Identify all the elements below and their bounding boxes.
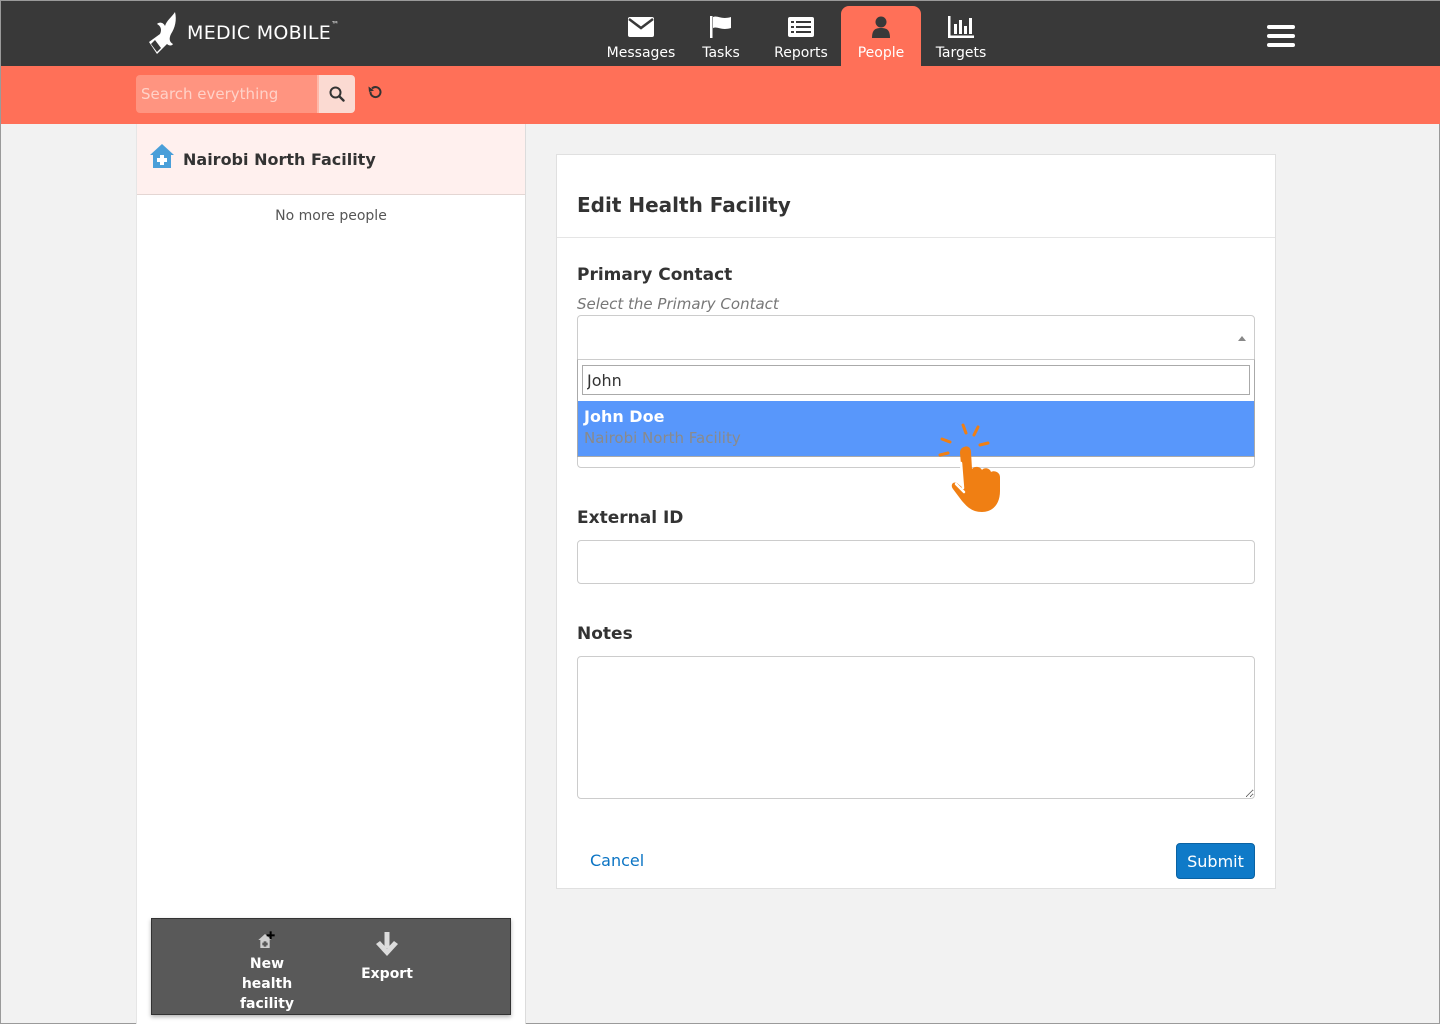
main-nav: Messages Tasks Reports People Targets bbox=[601, 6, 1001, 66]
cancel-link[interactable]: Cancel bbox=[590, 851, 644, 870]
top-navigation-bar: MEDIC MOBILE™ Messages Tasks Reports Peo… bbox=[1, 1, 1440, 66]
envelope-icon bbox=[627, 15, 655, 39]
undo-icon bbox=[368, 86, 382, 99]
nav-targets[interactable]: Targets bbox=[921, 6, 1001, 66]
action-bar: New health facility Export bbox=[151, 918, 511, 1015]
search-bar bbox=[1, 66, 1440, 124]
flag-icon bbox=[707, 15, 735, 39]
primary-contact-dropdown: John Doe Nairobi North Facility bbox=[577, 359, 1255, 457]
nav-reports[interactable]: Reports bbox=[761, 6, 841, 66]
download-arrow-icon bbox=[376, 932, 398, 956]
search-button[interactable] bbox=[317, 75, 355, 113]
no-more-people-text: No more people bbox=[275, 208, 387, 224]
select-arrow-icon bbox=[1238, 336, 1246, 341]
search-icon bbox=[329, 86, 345, 102]
people-list-pane: Nairobi North Facility No more people Ne… bbox=[136, 124, 526, 1024]
new-health-facility-label: New health facility bbox=[239, 956, 295, 1012]
option-facility: Nairobi North Facility bbox=[584, 429, 741, 447]
external-id-label: External ID bbox=[577, 508, 684, 528]
health-facility-icon bbox=[150, 144, 174, 168]
title-divider bbox=[557, 237, 1275, 238]
search-input[interactable] bbox=[136, 75, 317, 113]
notes-label: Notes bbox=[577, 624, 633, 644]
form-title: Edit Health Facility bbox=[577, 193, 791, 217]
edit-facility-form: Edit Health Facility Primary Contact Sel… bbox=[556, 154, 1276, 889]
nav-messages[interactable]: Messages bbox=[601, 6, 681, 66]
facility-name: Nairobi North Facility bbox=[183, 149, 376, 169]
nav-people[interactable]: People bbox=[841, 6, 921, 66]
external-id-input[interactable] bbox=[577, 540, 1255, 584]
list-icon bbox=[787, 15, 815, 39]
bar-chart-icon bbox=[947, 15, 975, 39]
option-name: John Doe bbox=[584, 407, 665, 426]
contact-search-input[interactable] bbox=[582, 365, 1250, 395]
export-label: Export bbox=[361, 966, 413, 982]
export-button[interactable]: Export bbox=[347, 919, 427, 1014]
brand-name: MEDIC MOBILE™ bbox=[187, 20, 340, 44]
add-facility-icon bbox=[258, 931, 275, 948]
nav-tasks[interactable]: Tasks bbox=[681, 6, 761, 66]
list-item[interactable]: Nairobi North Facility bbox=[137, 124, 525, 195]
brand-logo[interactable]: MEDIC MOBILE™ bbox=[145, 9, 339, 57]
notes-textarea[interactable] bbox=[577, 656, 1255, 799]
new-health-facility-button[interactable]: New health facility bbox=[227, 919, 307, 1014]
contact-option-john-doe[interactable]: John Doe Nairobi North Facility bbox=[578, 401, 1254, 456]
primary-contact-hint: Select the Primary Contact bbox=[577, 295, 779, 313]
medic-mobile-logo-icon bbox=[149, 12, 176, 54]
person-icon bbox=[867, 15, 895, 39]
submit-button[interactable]: Submit bbox=[1176, 843, 1255, 879]
primary-contact-label: Primary Contact bbox=[577, 265, 733, 285]
reset-search-button[interactable] bbox=[365, 83, 385, 103]
hamburger-menu-icon[interactable] bbox=[1267, 25, 1295, 47]
